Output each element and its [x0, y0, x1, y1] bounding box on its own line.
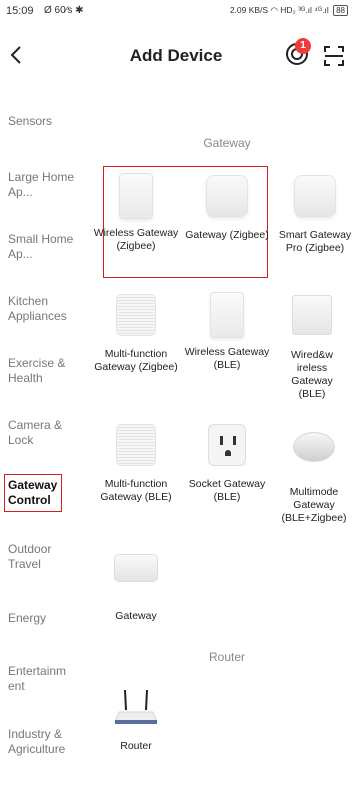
scan-icon [324, 46, 344, 66]
gateway-slim-icon [289, 295, 335, 341]
device-router[interactable]: Router [93, 686, 179, 753]
net-speed: 2.09 KB/S [229, 5, 269, 15]
gateway-square-icon [292, 175, 338, 221]
device-label: Gateway [115, 610, 157, 622]
section-title-router: Router [208, 650, 246, 664]
signal-text: HD₂ ³ᴳ.ıl ⁴ᴳ.ıl [280, 5, 329, 15]
gateway-square-icon [204, 175, 250, 221]
active-category-highlight [4, 474, 62, 512]
socket-gateway-icon [204, 424, 250, 470]
device-multifunction-gateway-ble[interactable]: Multi-function Gateway (BLE) [93, 422, 179, 504]
gateway-box-icon [204, 292, 250, 338]
notification-badge: 1 [295, 38, 311, 54]
status-indicators: Ø 60⁄s ✱ [44, 5, 84, 16]
sidebar-item-energy[interactable]: Energy [8, 611, 78, 626]
device-wired-wireless-gateway-ble[interactable]: Wired&w ireless Gateway (BLE) [277, 292, 347, 401]
status-bar: 15:09 Ø 60⁄s ✱ 2.09 KB/S ◠ HD₂ ³ᴳ.ıl ⁴ᴳ.… [0, 0, 352, 22]
device-label: Multi-function Gateway (Zigbee) [94, 348, 178, 373]
wifi-icon: ◠ [270, 5, 278, 15]
sidebar-item-exercise[interactable]: Exercise & Health [8, 356, 78, 386]
sidebar-item-entertainment[interactable]: Entertainm ent [8, 664, 78, 694]
device-smart-gateway-pro[interactable]: Smart Gateway Pro (Zigbee) [275, 173, 352, 255]
device-label: Multimode Gateway (BLE+Zigbee) [281, 486, 347, 524]
gateway-grill-icon [113, 424, 159, 470]
device-wireless-gateway-ble[interactable]: Wireless Gateway (BLE) [184, 292, 270, 372]
status-time: 15:09 [6, 5, 34, 17]
device-label: Wireless Gateway (Zigbee) [93, 227, 179, 252]
device-label: Wireless Gateway (BLE) [184, 346, 270, 371]
sidebar-item-small-home[interactable]: Small Home Ap... [8, 232, 78, 262]
sidebar-item-kitchen[interactable]: Kitchen Appliances [8, 294, 78, 324]
gateway-grill-icon [113, 294, 159, 340]
device-wireless-gateway-zigbee[interactable]: Wireless Gateway (Zigbee) [93, 173, 179, 253]
status-right: 2.09 KB/S ◠ HD₂ ³ᴳ.ıl ⁴ᴳ.ıl 88 [230, 5, 348, 16]
device-gateway[interactable]: Gateway [93, 542, 179, 623]
sidebar-item-outdoor[interactable]: Outdoor Travel [8, 542, 78, 572]
device-socket-gateway-ble[interactable]: Socket Gateway (BLE) [184, 422, 270, 504]
device-label: Gateway (Zigbee) [185, 229, 269, 241]
router-icon [113, 686, 159, 732]
section-title-gateway: Gateway [203, 136, 251, 150]
scan-button[interactable] [322, 44, 346, 68]
device-gateway-zigbee[interactable]: Gateway (Zigbee) [184, 173, 270, 242]
gateway-puck-icon [291, 432, 337, 478]
device-multifunction-gateway-zigbee[interactable]: Multi-function Gateway (Zigbee) [93, 292, 179, 374]
gateway-box-icon [113, 173, 159, 219]
gateway-flat-icon [113, 554, 159, 600]
battery-icon: 88 [333, 5, 348, 16]
sidebar-item-camera[interactable]: Camera & Lock [8, 418, 78, 448]
device-label: Multi-function Gateway (BLE) [100, 478, 172, 503]
device-label: Smart Gateway Pro (Zigbee) [278, 229, 352, 254]
sidebar-item-industry[interactable]: Industry & Agriculture [8, 727, 78, 757]
sidebar-item-sensors[interactable]: Sensors [8, 114, 78, 129]
device-label: Socket Gateway (BLE) [188, 478, 266, 503]
device-label: Router [120, 740, 152, 752]
device-label: Wired&w ireless Gateway (BLE) [290, 349, 333, 400]
sidebar-item-large-home[interactable]: Large Home Ap... [8, 170, 78, 200]
device-multimode-gateway[interactable]: Multimode Gateway (BLE+Zigbee) [276, 422, 352, 525]
header: Add Device 1 [0, 28, 352, 84]
